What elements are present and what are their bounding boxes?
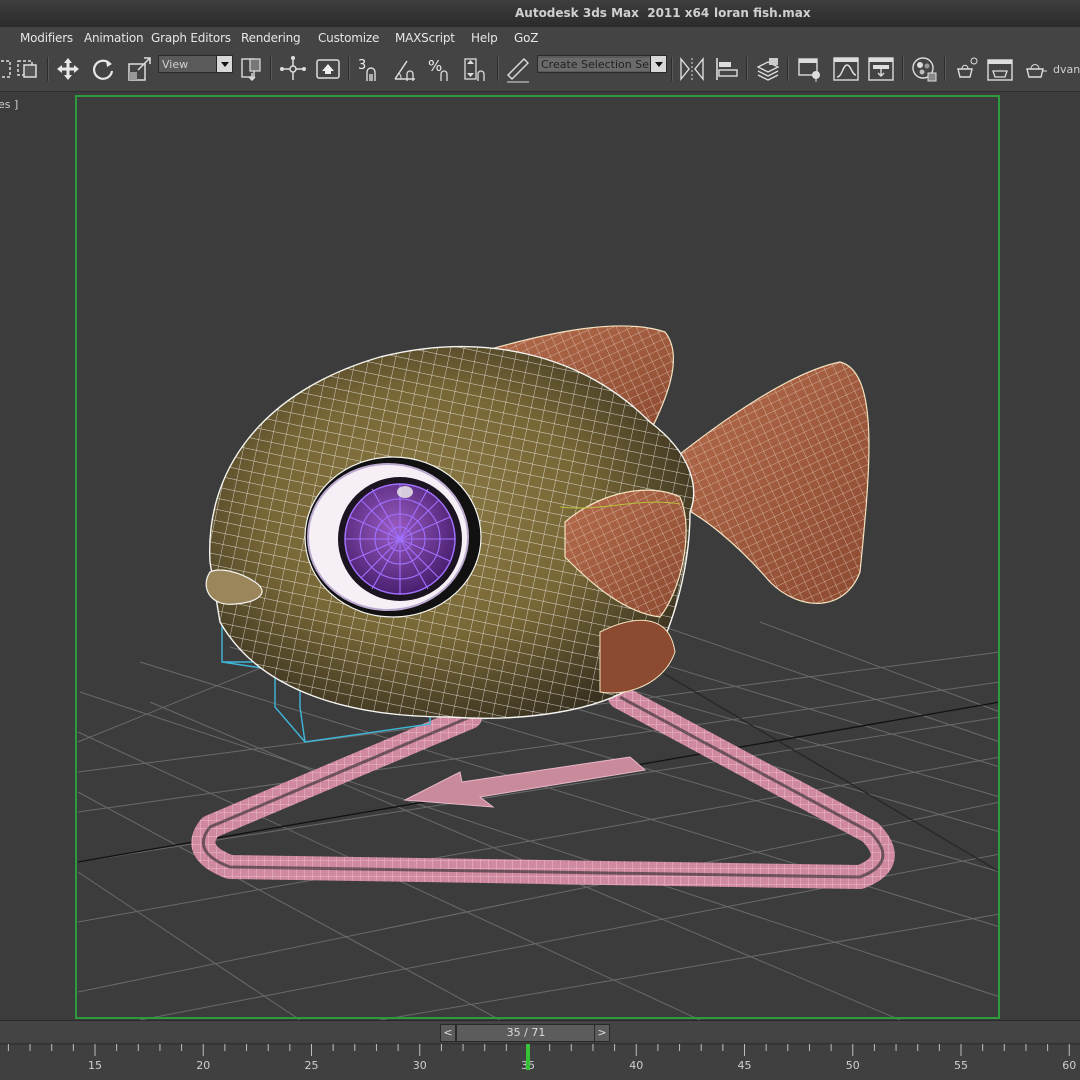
rendered-frame-window-icon[interactable] [986,55,1014,83]
track-tick-label: 55 [954,1059,968,1072]
angle-snap-icon[interactable] [391,55,419,83]
reference-coord-value: View [162,58,189,71]
track-bar-ruler: 15202530354045505560 [0,1043,1080,1072]
curve-editor-icon[interactable] [832,55,860,83]
menu-maxscript[interactable]: MAXScript [395,31,455,45]
move-icon[interactable] [54,55,82,83]
current-frame-marker [526,1044,530,1070]
track-tick-label: 60 [1062,1059,1076,1072]
percent-label: % [428,57,442,75]
render-setup-icon[interactable] [952,55,980,83]
snap-label: 3 [358,58,366,73]
reference-coord-dropdown[interactable]: View [158,55,233,73]
title-bar: Autodesk 3ds Max 2011 x64 loran fish.max [0,0,1080,27]
named-selection-placeholder: Create Selection Se [538,58,650,71]
rotate-icon[interactable] [89,55,117,83]
edit-named-selection-icon[interactable] [504,55,532,83]
snaps-toggle-icon[interactable]: 3 [355,55,383,83]
named-selection-dropdown[interactable]: Create Selection Se [537,55,667,73]
menu-modifiers[interactable]: Modifiers [20,31,73,45]
file-name: loran fish.max [714,6,811,20]
percent-snap-icon[interactable]: % [426,55,454,83]
select-manipulate-icon[interactable] [279,55,307,83]
time-slider-next-button[interactable]: > [594,1024,610,1042]
track-tick-label: 40 [629,1059,643,1072]
active-viewport-border [75,95,1000,1019]
viewport-label[interactable]: es ] [0,98,18,111]
scale-icon[interactable] [126,55,154,83]
app-title: Autodesk 3ds Max 2011 x64 [515,6,710,20]
track-tick-label: 20 [196,1059,210,1072]
track-tick-label: 25 [305,1059,319,1072]
truncated-toolbar-label: dvan [1053,63,1080,76]
time-slider-prev-button[interactable]: < [440,1024,456,1042]
menu-bar: Modifiers Animation Graph Editors Render… [0,27,1080,49]
track-bar[interactable]: 15202530354045505560 [0,1042,1080,1080]
time-slider-thumb[interactable]: 35 / 71 [456,1024,596,1042]
window-crossing-icon[interactable] [14,55,42,83]
align-icon[interactable] [713,55,741,83]
spinner-snap-icon[interactable] [462,55,490,83]
pivot-center-icon[interactable] [238,55,266,83]
menu-graph-editors[interactable]: Graph Editors [151,31,231,45]
menu-animation[interactable]: Animation [84,31,144,45]
perspective-viewport[interactable]: es ] [0,92,1080,1020]
main-toolbar: View 3 % Create Selection Se dvan [0,49,1080,92]
mirror-icon[interactable] [678,55,706,83]
graphite-modeling-icon[interactable] [796,55,824,83]
menu-help[interactable]: Help [471,31,498,45]
menu-customize[interactable]: Customize [318,31,379,45]
time-slider[interactable]: < 35 / 71 > [0,1020,1080,1043]
chevron-down-icon [650,56,666,72]
layer-manager-icon[interactable] [754,55,782,83]
chevron-down-icon [216,56,232,72]
track-tick-label: 15 [88,1059,102,1072]
render-production-icon[interactable] [1022,55,1050,83]
menu-rendering[interactable]: Rendering [241,31,301,45]
material-editor-icon[interactable] [910,55,938,83]
track-tick-label: 45 [738,1059,752,1072]
schematic-view-icon[interactable] [867,55,895,83]
track-tick-label: 30 [413,1059,427,1072]
track-tick-label: 50 [846,1059,860,1072]
menu-goz[interactable]: GoZ [514,31,538,45]
keyboard-shortcut-override-icon[interactable] [314,55,342,83]
